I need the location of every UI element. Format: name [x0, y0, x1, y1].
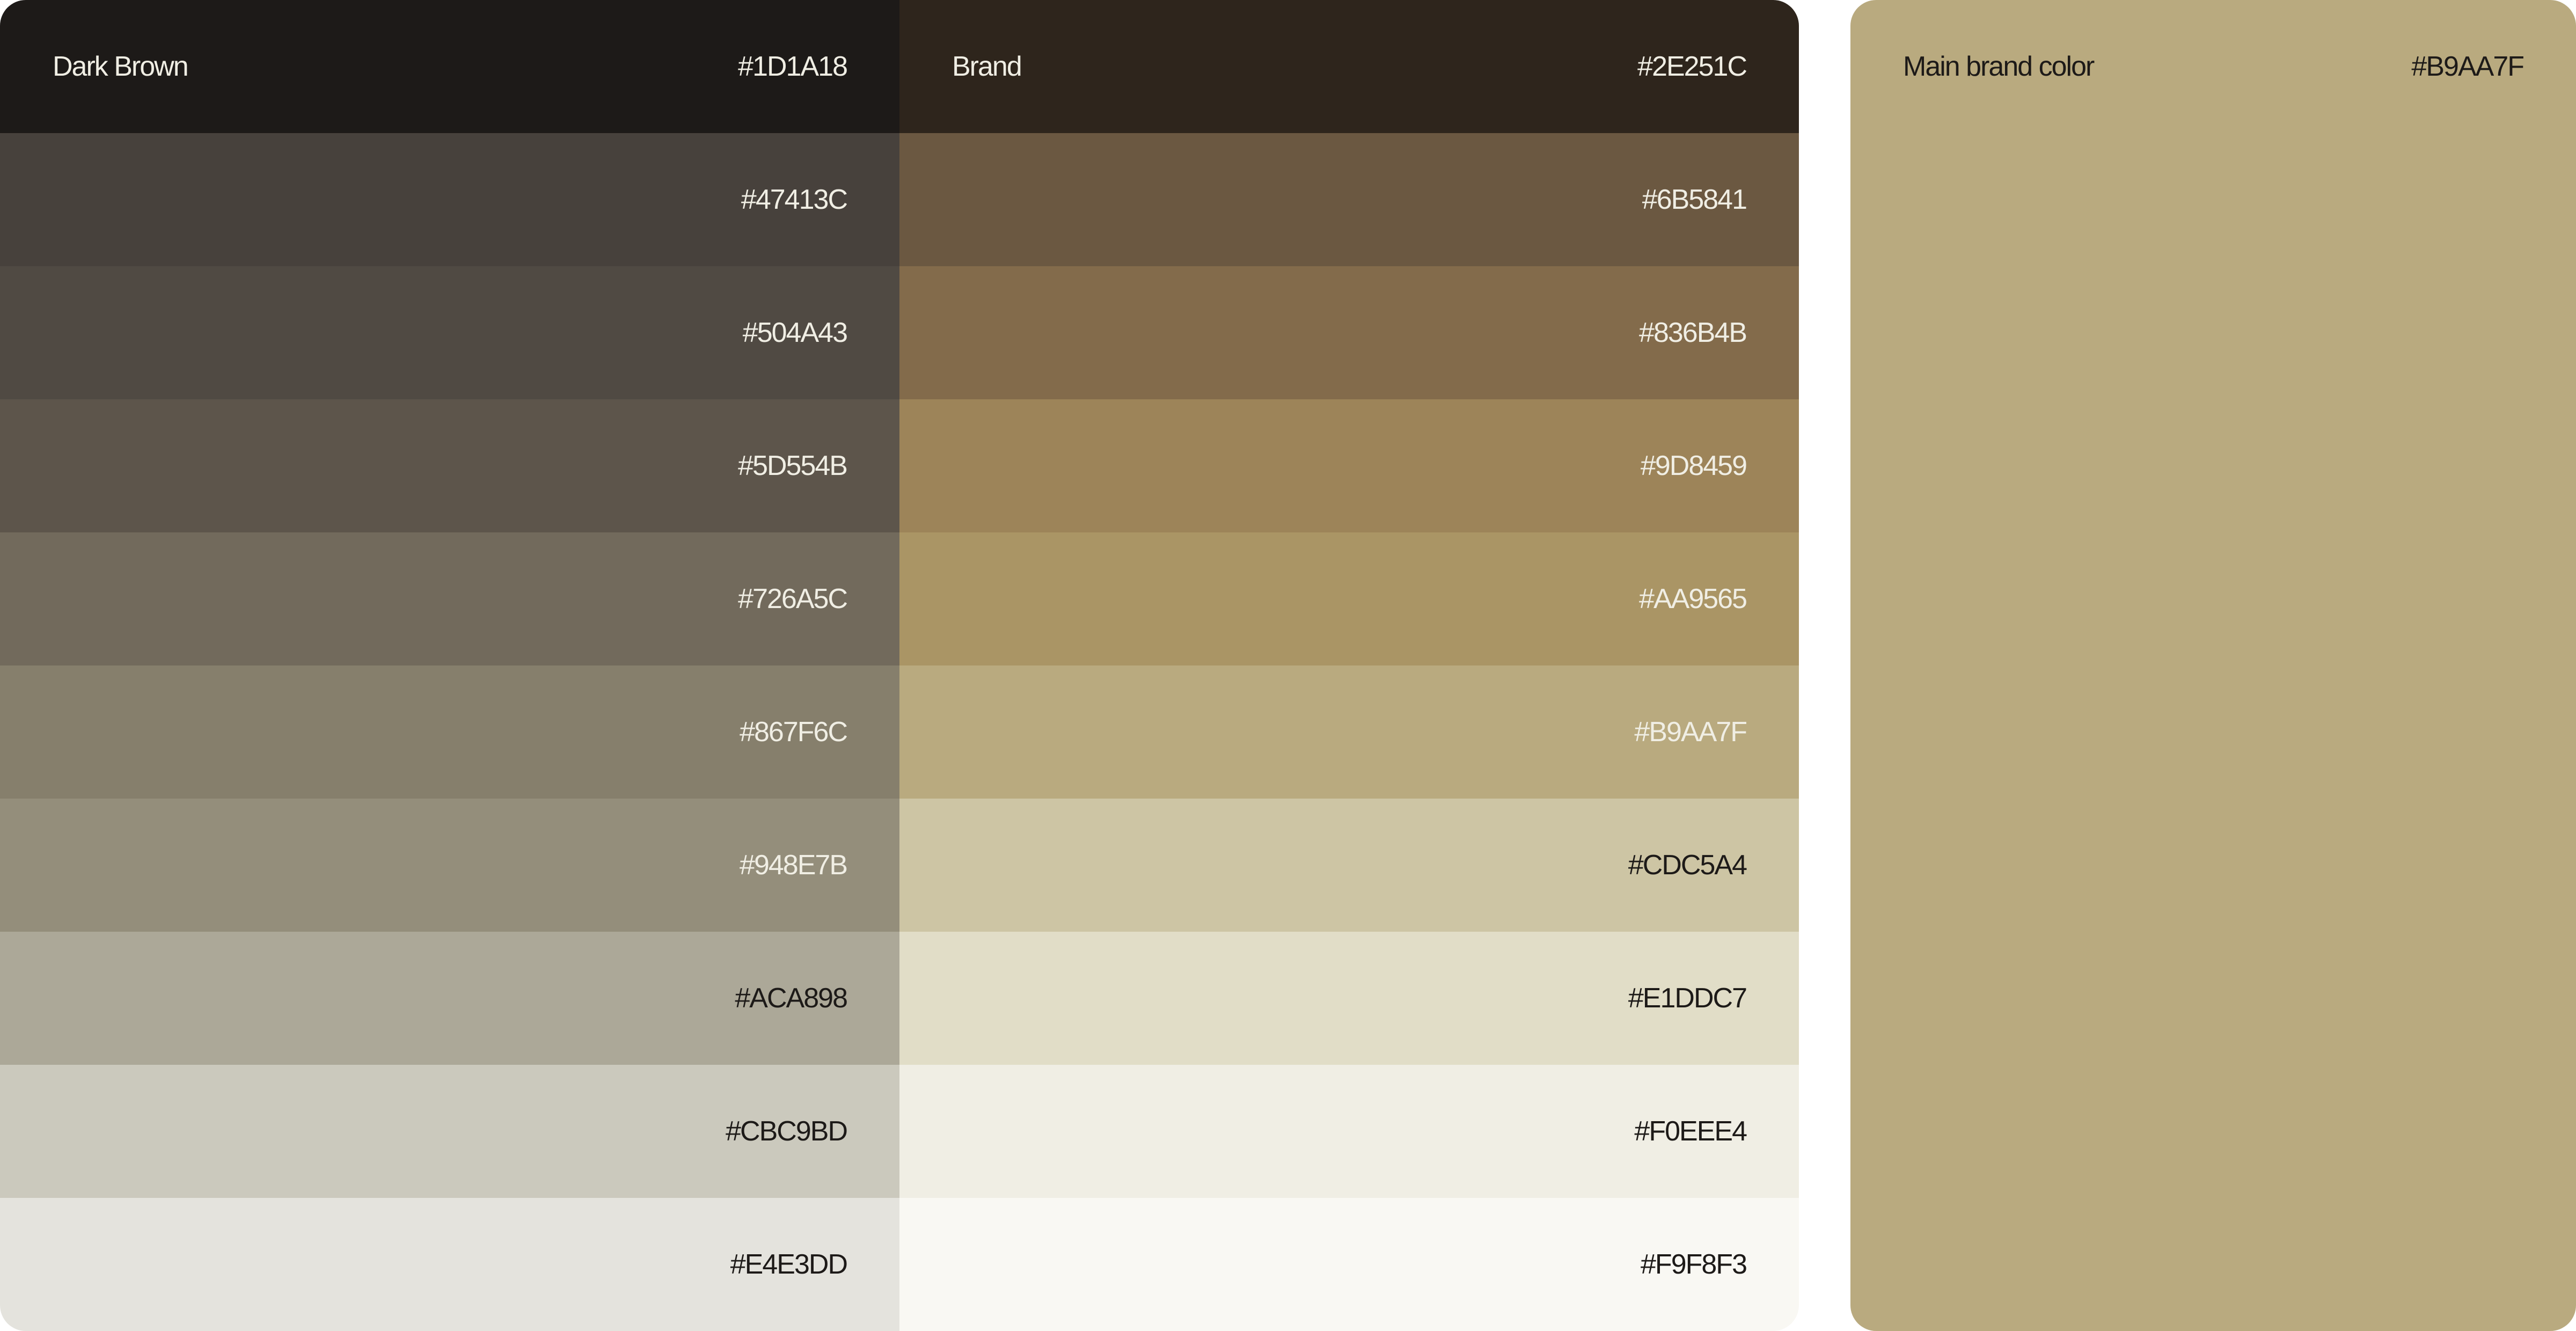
- swatch-brand-9: #F0EEE4: [899, 1065, 1799, 1198]
- swatch-hex: #9D8459: [1640, 450, 1747, 481]
- swatch-hex: #5D554B: [738, 450, 848, 481]
- swatch-dark-brown-10: #E4E3DD: [0, 1198, 899, 1331]
- swatch-hex: #1D1A18: [738, 51, 848, 82]
- swatch-brand-3: #836B4B: [899, 266, 1799, 399]
- swatch-dark-brown-9: #CBC9BD: [0, 1065, 899, 1198]
- swatch-hex: #948E7B: [740, 850, 848, 881]
- swatch-hex: #CBC9BD: [726, 1116, 848, 1147]
- swatch-hex: #B9AA7F: [1634, 716, 1747, 748]
- swatch-dark-brown-5: #726A5C: [0, 532, 899, 666]
- swatch-brand-5: #AA9565: [899, 532, 1799, 666]
- dark-brown-column: Dark Brown #1D1A18 #47413C #504A43 #5D55…: [0, 0, 899, 1331]
- swatch-dark-brown-1: Dark Brown #1D1A18: [0, 0, 899, 133]
- swatch-dark-brown-6: #867F6C: [0, 666, 899, 799]
- swatch-hex: #F0EEE4: [1634, 1116, 1747, 1147]
- swatch-dark-brown-3: #504A43: [0, 266, 899, 399]
- swatch-name: Brand: [952, 51, 1022, 82]
- swatch-hex: #ACA898: [735, 983, 848, 1014]
- swatch-dark-brown-7: #948E7B: [0, 799, 899, 932]
- swatch-brand-1: Brand #2E251C: [899, 0, 1799, 133]
- swatch-hex: #836B4B: [1639, 317, 1747, 348]
- main-brand-color-header: Main brand color #B9AA7F: [1903, 0, 2524, 133]
- swatch-hex: #F9F8F3: [1641, 1249, 1747, 1280]
- swatch-brand-10: #F9F8F3: [899, 1198, 1799, 1331]
- swatch-brand-2: #6B5841: [899, 133, 1799, 266]
- swatch-hex: #2E251C: [1637, 51, 1747, 82]
- main-brand-color-label: Main brand color: [1903, 51, 2095, 82]
- brand-column: Brand #2E251C #6B5841 #836B4B #9D8459 #A…: [899, 0, 1799, 1331]
- swatch-hex: #E1DDC7: [1628, 983, 1747, 1014]
- swatch-dark-brown-4: #5D554B: [0, 399, 899, 532]
- swatch-brand-7: #CDC5A4: [899, 799, 1799, 932]
- swatch-brand-8: #E1DDC7: [899, 932, 1799, 1065]
- swatch-hex: #E4E3DD: [730, 1249, 848, 1280]
- swatch-hex: #CDC5A4: [1628, 850, 1747, 881]
- main-brand-color-card: Main brand color #B9AA7F: [1850, 0, 2576, 1331]
- color-palette: Dark Brown #1D1A18 #47413C #504A43 #5D55…: [0, 0, 1799, 1331]
- swatch-hex: #504A43: [742, 317, 848, 348]
- swatch-hex: #AA9565: [1639, 583, 1747, 615]
- swatch-brand-4: #9D8459: [899, 399, 1799, 532]
- swatch-name: Dark Brown: [53, 51, 189, 82]
- main-brand-color-hex: #B9AA7F: [2411, 51, 2524, 82]
- swatch-dark-brown-2: #47413C: [0, 133, 899, 266]
- swatch-hex: #6B5841: [1642, 184, 1747, 215]
- swatch-hex: #726A5C: [738, 583, 848, 615]
- swatch-brand-6: #B9AA7F: [899, 666, 1799, 799]
- swatch-dark-brown-8: #ACA898: [0, 932, 899, 1065]
- swatch-hex: #867F6C: [740, 716, 848, 748]
- swatch-hex: #47413C: [741, 184, 848, 215]
